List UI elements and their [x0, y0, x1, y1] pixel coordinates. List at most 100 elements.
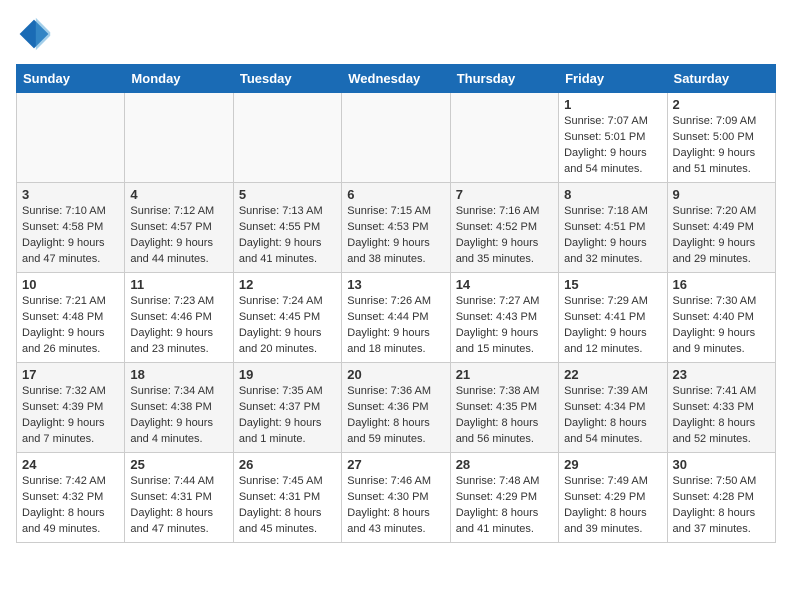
day-info: Sunrise: 7:42 AM Sunset: 4:32 PM Dayligh… — [22, 474, 119, 538]
weekday-header-friday: Friday — [559, 65, 667, 93]
day-info: Sunrise: 7:30 AM Sunset: 4:40 PM Dayligh… — [673, 294, 770, 358]
day-info: Sunrise: 7:16 AM Sunset: 4:52 PM Dayligh… — [456, 204, 553, 268]
day-cell: 4Sunrise: 7:12 AM Sunset: 4:57 PM Daylig… — [125, 183, 233, 273]
day-cell: 30 Sunrise: 7:50 AM Sunset: 4:28 PM Dayli… — [667, 453, 775, 543]
day-number: 28 — [456, 457, 553, 472]
day-number: 7 — [456, 187, 553, 202]
day-cell: 16 Sunrise: 7:30 AM Sunset: 4:40 PM Dayli… — [667, 273, 775, 363]
day-number: 9 — [673, 187, 770, 202]
day-cell: 19 Sunrise: 7:35 AM Sunset: 4:37 PM Dayli… — [233, 363, 341, 453]
day-number: 13 — [347, 277, 444, 292]
day-number: 16 — [673, 277, 770, 292]
day-info: Sunrise: 7:45 AM Sunset: 4:31 PM Dayligh… — [239, 474, 336, 538]
day-cell: 26Sunrise: 7:45 AM Sunset: 4:31 PM Dayli… — [233, 453, 341, 543]
day-cell: 24 Sunrise: 7:42 AM Sunset: 4:32 PM Dayli… — [17, 453, 125, 543]
day-cell: 21 Sunrise: 7:38 AM Sunset: 4:35 PM Dayli… — [450, 363, 558, 453]
day-number: 10 — [22, 277, 119, 292]
day-cell: 11 Sunrise: 7:23 AM Sunset: 4:46 PM Dayli… — [125, 273, 233, 363]
day-number: 17 — [22, 367, 119, 382]
day-number: 14 — [456, 277, 553, 292]
day-number: 24 — [22, 457, 119, 472]
day-number: 27 — [347, 457, 444, 472]
day-cell: 6Sunrise: 7:15 AM Sunset: 4:53 PM Daylig… — [342, 183, 450, 273]
day-info: Sunrise: 7:24 AM Sunset: 4:45 PM Dayligh… — [239, 294, 336, 358]
day-number: 2 — [673, 97, 770, 112]
day-info: Sunrise: 7:32 AM Sunset: 4:39 PM Dayligh… — [22, 384, 119, 448]
day-info: Sunrise: 7:38 AM Sunset: 4:35 PM Dayligh… — [456, 384, 553, 448]
day-cell: 15Sunrise: 7:29 AM Sunset: 4:41 PM Dayli… — [559, 273, 667, 363]
day-info: Sunrise: 7:26 AM Sunset: 4:44 PM Dayligh… — [347, 294, 444, 358]
day-number: 5 — [239, 187, 336, 202]
logo-icon — [16, 16, 52, 52]
day-cell — [233, 93, 341, 183]
day-cell: 27 Sunrise: 7:46 AM Sunset: 4:30 PM Dayli… — [342, 453, 450, 543]
day-cell — [125, 93, 233, 183]
logo — [16, 16, 58, 52]
day-info: Sunrise: 7:18 AM Sunset: 4:51 PM Dayligh… — [564, 204, 661, 268]
day-number: 19 — [239, 367, 336, 382]
day-cell: 22 Sunrise: 7:39 AM Sunset: 4:34 PM Dayli… — [559, 363, 667, 453]
day-info: Sunrise: 7:13 AM Sunset: 4:55 PM Dayligh… — [239, 204, 336, 268]
day-cell: 5 Sunrise: 7:13 AM Sunset: 4:55 PM Daylig… — [233, 183, 341, 273]
day-info: Sunrise: 7:34 AM Sunset: 4:38 PM Dayligh… — [130, 384, 227, 448]
day-number: 11 — [130, 277, 227, 292]
week-row-4: 17 Sunrise: 7:32 AM Sunset: 4:39 PM Dayli… — [17, 363, 776, 453]
week-row-3: 10 Sunrise: 7:21 AM Sunset: 4:48 PM Dayli… — [17, 273, 776, 363]
day-number: 20 — [347, 367, 444, 382]
day-info: Sunrise: 7:27 AM Sunset: 4:43 PM Dayligh… — [456, 294, 553, 358]
day-number: 25 — [130, 457, 227, 472]
day-cell: 29Sunrise: 7:49 AM Sunset: 4:29 PM Dayli… — [559, 453, 667, 543]
day-number: 21 — [456, 367, 553, 382]
day-info: Sunrise: 7:50 AM Sunset: 4:28 PM Dayligh… — [673, 474, 770, 538]
day-cell — [17, 93, 125, 183]
day-number: 8 — [564, 187, 661, 202]
week-row-5: 24 Sunrise: 7:42 AM Sunset: 4:32 PM Dayli… — [17, 453, 776, 543]
day-info: Sunrise: 7:15 AM Sunset: 4:53 PM Dayligh… — [347, 204, 444, 268]
day-info: Sunrise: 7:44 AM Sunset: 4:31 PM Dayligh… — [130, 474, 227, 538]
day-info: Sunrise: 7:41 AM Sunset: 4:33 PM Dayligh… — [673, 384, 770, 448]
weekday-header-monday: Monday — [125, 65, 233, 93]
weekday-header-sunday: Sunday — [17, 65, 125, 93]
day-number: 3 — [22, 187, 119, 202]
page-header — [16, 16, 776, 52]
day-number: 12 — [239, 277, 336, 292]
day-cell: 12 Sunrise: 7:24 AM Sunset: 4:45 PM Dayli… — [233, 273, 341, 363]
day-info: Sunrise: 7:12 AM Sunset: 4:57 PM Dayligh… — [130, 204, 227, 268]
day-info: Sunrise: 7:36 AM Sunset: 4:36 PM Dayligh… — [347, 384, 444, 448]
day-cell: 20 Sunrise: 7:36 AM Sunset: 4:36 PM Dayli… — [342, 363, 450, 453]
day-info: Sunrise: 7:09 AM Sunset: 5:00 PM Dayligh… — [673, 114, 770, 178]
week-row-1: 1 Sunrise: 7:07 AM Sunset: 5:01 PM Daylig… — [17, 93, 776, 183]
day-cell: 28 Sunrise: 7:48 AM Sunset: 4:29 PM Dayli… — [450, 453, 558, 543]
day-cell: 10 Sunrise: 7:21 AM Sunset: 4:48 PM Dayli… — [17, 273, 125, 363]
day-info: Sunrise: 7:20 AM Sunset: 4:49 PM Dayligh… — [673, 204, 770, 268]
day-number: 22 — [564, 367, 661, 382]
day-cell: 23 Sunrise: 7:41 AM Sunset: 4:33 PM Dayli… — [667, 363, 775, 453]
day-cell: 25 Sunrise: 7:44 AM Sunset: 4:31 PM Dayli… — [125, 453, 233, 543]
day-cell: 1 Sunrise: 7:07 AM Sunset: 5:01 PM Daylig… — [559, 93, 667, 183]
weekday-header-saturday: Saturday — [667, 65, 775, 93]
week-row-2: 3 Sunrise: 7:10 AM Sunset: 4:58 PM Daylig… — [17, 183, 776, 273]
weekday-header-tuesday: Tuesday — [233, 65, 341, 93]
day-info: Sunrise: 7:07 AM Sunset: 5:01 PM Dayligh… — [564, 114, 661, 178]
day-number: 1 — [564, 97, 661, 112]
day-number: 30 — [673, 457, 770, 472]
day-info: Sunrise: 7:23 AM Sunset: 4:46 PM Dayligh… — [130, 294, 227, 358]
day-info: Sunrise: 7:49 AM Sunset: 4:29 PM Dayligh… — [564, 474, 661, 538]
day-info: Sunrise: 7:35 AM Sunset: 4:37 PM Dayligh… — [239, 384, 336, 448]
day-cell: 2 Sunrise: 7:09 AM Sunset: 5:00 PM Daylig… — [667, 93, 775, 183]
day-cell: 17 Sunrise: 7:32 AM Sunset: 4:39 PM Dayli… — [17, 363, 125, 453]
day-info: Sunrise: 7:39 AM Sunset: 4:34 PM Dayligh… — [564, 384, 661, 448]
day-cell: 13 Sunrise: 7:26 AM Sunset: 4:44 PM Dayli… — [342, 273, 450, 363]
day-cell — [450, 93, 558, 183]
day-number: 18 — [130, 367, 227, 382]
day-number: 23 — [673, 367, 770, 382]
day-cell: 8 Sunrise: 7:18 AM Sunset: 4:51 PM Daylig… — [559, 183, 667, 273]
day-number: 15 — [564, 277, 661, 292]
header-row: SundayMondayTuesdayWednesdayThursdayFrid… — [17, 65, 776, 93]
day-cell: 3 Sunrise: 7:10 AM Sunset: 4:58 PM Daylig… — [17, 183, 125, 273]
day-cell: 9 Sunrise: 7:20 AM Sunset: 4:49 PM Daylig… — [667, 183, 775, 273]
day-info: Sunrise: 7:46 AM Sunset: 4:30 PM Dayligh… — [347, 474, 444, 538]
day-info: Sunrise: 7:21 AM Sunset: 4:48 PM Dayligh… — [22, 294, 119, 358]
day-info: Sunrise: 7:48 AM Sunset: 4:29 PM Dayligh… — [456, 474, 553, 538]
day-info: Sunrise: 7:10 AM Sunset: 4:58 PM Dayligh… — [22, 204, 119, 268]
